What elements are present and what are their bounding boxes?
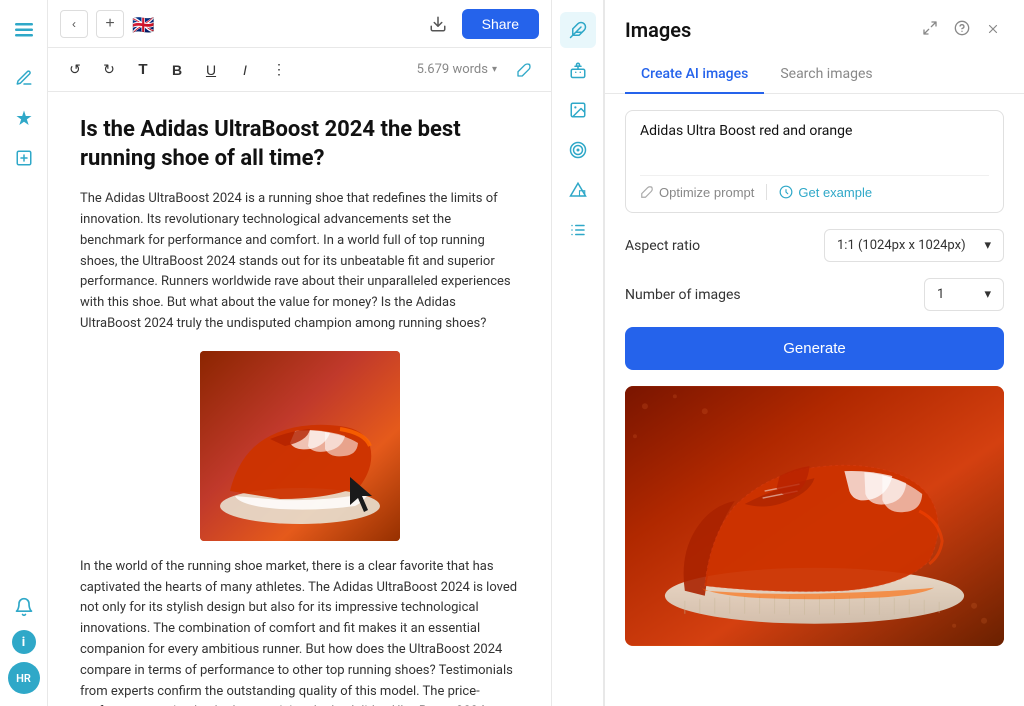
notification-bell-icon[interactable]	[14, 597, 34, 622]
bold-button[interactable]: B	[162, 55, 192, 85]
prompt-divider	[766, 184, 767, 200]
aspect-ratio-label: Aspect ratio	[625, 238, 824, 254]
user-avatar[interactable]: HR	[8, 662, 40, 694]
tool-sidebar	[552, 0, 604, 706]
robot-tool-icon[interactable]	[560, 52, 596, 88]
chevron-down-icon: ▾	[984, 287, 991, 302]
panel-header-icons	[918, 16, 1004, 44]
word-count: 5.679 words ▾	[417, 62, 497, 77]
editor-area: ‹ + 🇬🇧 Share ↺ ↻ T B U I ⋮ 5.679 words ▾	[48, 0, 552, 706]
number-of-images-select[interactable]: 1 ▾	[924, 278, 1004, 311]
redo-button[interactable]: ↻	[94, 55, 124, 85]
article-image-container	[200, 351, 400, 541]
info-circle-icon[interactable]: i	[12, 630, 36, 654]
images-panel: Images Create AI images Search i	[604, 0, 1024, 706]
article-image	[200, 351, 400, 541]
aspect-ratio-row: Aspect ratio 1:1 (1024px x 1024px) ▾	[625, 229, 1004, 262]
number-of-images-label: Number of images	[625, 287, 924, 303]
panel-title: Images	[625, 18, 910, 42]
aspect-ratio-select[interactable]: 1:1 (1024px x 1024px) ▾	[824, 229, 1004, 262]
language-flag-icon: 🇬🇧	[132, 15, 156, 33]
get-example-button[interactable]: Get example	[779, 185, 872, 200]
panel-header: Images	[605, 0, 1024, 44]
menu-icon[interactable]	[6, 12, 42, 48]
list-tool-icon[interactable]	[560, 212, 596, 248]
prompt-actions: Optimize prompt Get example	[640, 175, 989, 200]
format-toolbar: ↺ ↻ T B U I ⋮ 5.679 words ▾	[48, 48, 551, 92]
article-paragraph-1: The Adidas UltraBoost 2024 is a running …	[80, 189, 519, 335]
target-tool-icon[interactable]	[560, 132, 596, 168]
cursor-arrow-icon	[350, 477, 380, 516]
expand-icon[interactable]	[918, 16, 942, 44]
add-tab-button[interactable]: +	[96, 10, 124, 38]
top-toolbar: ‹ + 🇬🇧 Share	[48, 0, 551, 48]
image-upload-icon[interactable]	[6, 140, 42, 176]
panel-body: Optimize prompt Get example Aspect ratio…	[605, 94, 1024, 706]
panel-tabs: Create AI images Search images	[605, 56, 1024, 94]
chevron-down-icon: ▾	[984, 238, 991, 253]
ai-sparkle-icon[interactable]	[6, 100, 42, 136]
number-of-images-row: Number of images 1 ▾	[625, 278, 1004, 311]
back-button[interactable]: ‹	[60, 10, 88, 38]
article-paragraph-2: In the world of the running shoe market,…	[80, 557, 519, 706]
italic-button[interactable]: I	[230, 55, 260, 85]
tab-create-ai-images[interactable]: Create AI images	[625, 56, 764, 94]
generated-image	[625, 386, 1004, 646]
feather-tool-icon[interactable]	[560, 12, 596, 48]
shapes-tool-icon[interactable]	[560, 172, 596, 208]
editor-content[interactable]: Is the Adidas UltraBoost 2024 the best r…	[48, 92, 551, 706]
sidebar-bottom: i HR	[8, 597, 40, 694]
prompt-input[interactable]	[640, 123, 989, 163]
image-tool-icon[interactable]	[560, 92, 596, 128]
help-icon[interactable]	[950, 16, 974, 44]
text-style-button[interactable]: T	[128, 55, 158, 85]
article-title: Is the Adidas UltraBoost 2024 the best r…	[80, 116, 519, 173]
underline-button[interactable]: U	[196, 55, 226, 85]
optimize-prompt-button[interactable]: Optimize prompt	[640, 185, 754, 200]
paint-brush-button[interactable]	[509, 55, 539, 85]
undo-button[interactable]: ↺	[60, 55, 90, 85]
left-sidebar: i HR	[0, 0, 48, 706]
close-panel-icon[interactable]	[982, 17, 1004, 44]
prompt-box: Optimize prompt Get example	[625, 110, 1004, 213]
generate-button[interactable]: Generate	[625, 327, 1004, 370]
pen-tool-icon[interactable]	[6, 60, 42, 96]
chevron-down-icon[interactable]: ▾	[492, 64, 497, 75]
share-button[interactable]: Share	[462, 9, 539, 39]
more-options-button[interactable]: ⋮	[264, 55, 294, 85]
tab-search-images[interactable]: Search images	[764, 56, 888, 94]
download-button[interactable]	[422, 8, 454, 40]
generated-image-inner	[625, 386, 1004, 646]
